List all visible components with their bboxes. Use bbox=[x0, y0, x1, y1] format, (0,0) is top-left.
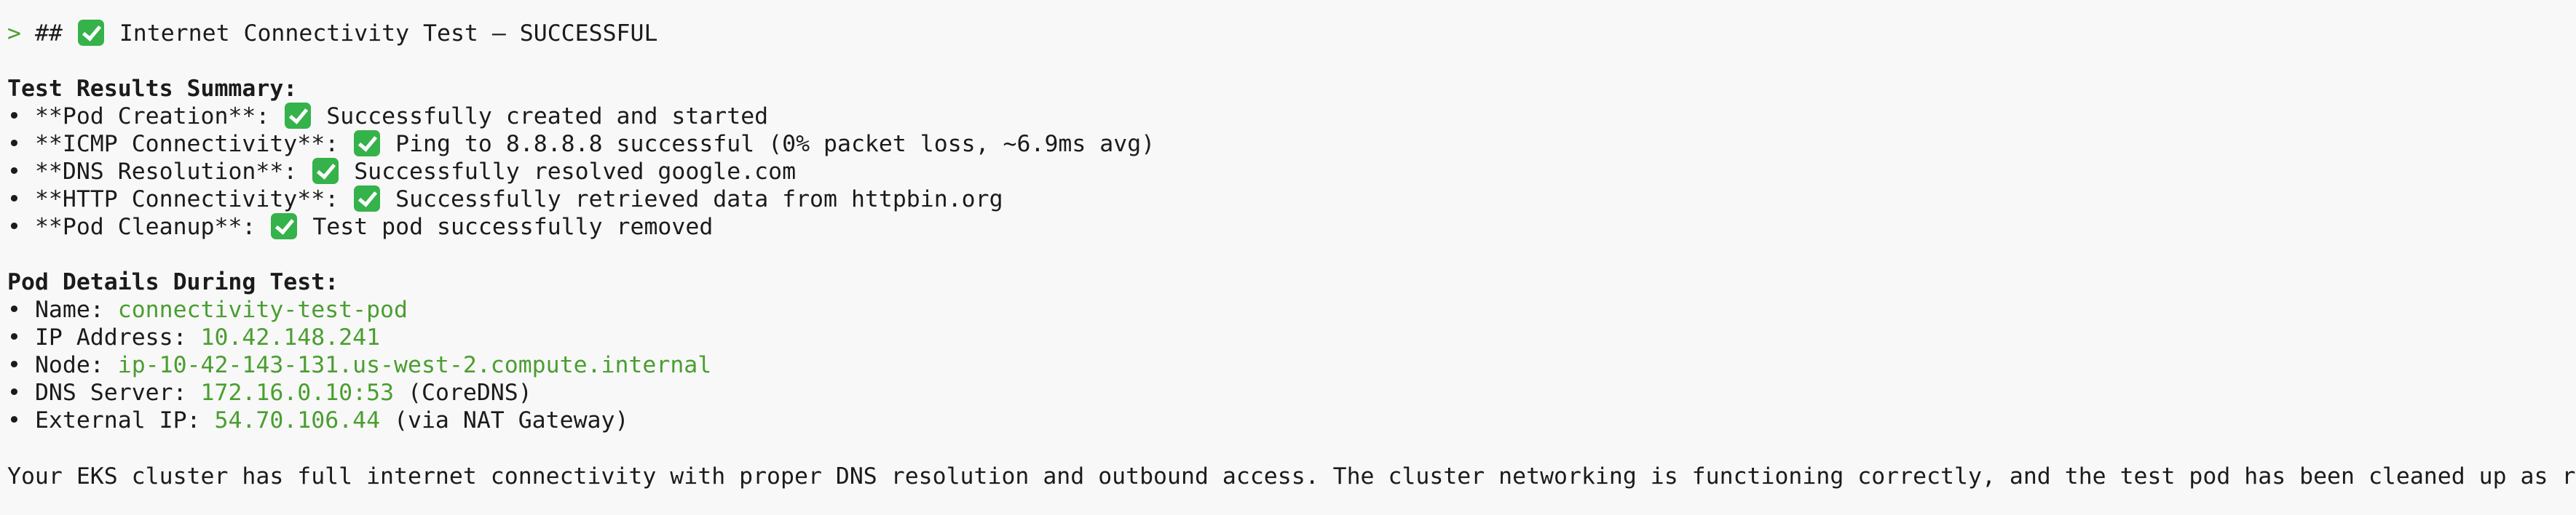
bullet: • bbox=[7, 159, 21, 185]
check-mark-icon bbox=[77, 20, 104, 46]
terminal-output: > ## Internet Connectivity Test – SUCCES… bbox=[0, 0, 2576, 515]
summary-item-label: **ICMP Connectivity**: bbox=[34, 131, 339, 157]
pod-detail-suffix: (via NAT Gateway) bbox=[394, 407, 629, 434]
pod-detail-label: Name: bbox=[34, 297, 104, 323]
bullet: • bbox=[7, 352, 21, 378]
bullet: • bbox=[7, 380, 21, 406]
header-line: > ## Internet Connectivity Test – SUCCES… bbox=[7, 20, 657, 47]
bullet: • bbox=[7, 214, 21, 240]
pod-detail-item: • DNS Server: 172.16.0.10:53 (CoreDNS) bbox=[7, 379, 532, 407]
check-mark-icon bbox=[354, 130, 381, 156]
pod-detail-value: ip-10-42-143-131.us-west-2.compute.inter… bbox=[117, 352, 712, 378]
summary-item-label: **Pod Cleanup**: bbox=[34, 214, 256, 240]
summary-item: • **Pod Creation**: Successfully created… bbox=[7, 103, 768, 130]
page-title: Internet Connectivity Test – SUCCESSFUL bbox=[119, 20, 658, 47]
pod-detail-value: 54.70.106.44 bbox=[214, 407, 381, 434]
pod-detail-suffix: (CoreDNS) bbox=[408, 380, 532, 406]
pod-detail-item: • Name: connectivity-test-pod bbox=[7, 296, 408, 324]
pod-detail-item: • External IP: 54.70.106.44 (via NAT Gat… bbox=[7, 407, 628, 434]
bullet: • bbox=[7, 297, 21, 323]
summary-item-label: **HTTP Connectivity**: bbox=[34, 186, 339, 212]
summary-item-label: **Pod Creation**: bbox=[34, 103, 270, 129]
pod-details-heading: Pod Details During Test: bbox=[7, 269, 339, 295]
conclusion-text: Your EKS cluster has full internet conne… bbox=[7, 463, 2576, 490]
bullet: • bbox=[7, 186, 21, 212]
summary-item-text: Ping to 8.8.8.8 successful (0% packet lo… bbox=[395, 131, 1155, 157]
pod-detail-label: Node: bbox=[34, 352, 104, 378]
pod-detail-value: connectivity-test-pod bbox=[117, 297, 408, 323]
summary-item: • **DNS Resolution**: Successfully resol… bbox=[7, 158, 796, 185]
markdown-hashes: ## bbox=[34, 20, 63, 47]
summary-item: • **ICMP Connectivity**: Ping to 8.8.8.8… bbox=[7, 130, 1155, 158]
summary-item-label: **DNS Resolution**: bbox=[34, 159, 298, 185]
pod-detail-label: DNS Server: bbox=[34, 380, 187, 406]
summary-item: • **HTTP Connectivity**: Successfully re… bbox=[7, 185, 1003, 213]
check-mark-icon bbox=[354, 185, 381, 212]
summary-item-text: Test pod successfully removed bbox=[312, 214, 714, 240]
check-mark-icon bbox=[285, 103, 312, 129]
pod-detail-item: • IP Address: 10.42.148.241 bbox=[7, 324, 380, 351]
pod-detail-label: External IP: bbox=[34, 407, 201, 434]
bullet: • bbox=[7, 324, 21, 351]
summary-heading: Test Results Summary: bbox=[7, 76, 298, 102]
summary-item: • **Pod Cleanup**: Test pod successfully… bbox=[7, 213, 713, 241]
pod-detail-label: IP Address: bbox=[34, 324, 187, 351]
bullet: • bbox=[7, 103, 21, 129]
summary-item-text: Successfully resolved google.com bbox=[354, 159, 797, 185]
prompt-symbol: > bbox=[7, 20, 21, 47]
summary-item-text: Successfully retrieved data from httpbin… bbox=[395, 186, 1003, 212]
pod-detail-item: • Node: ip-10-42-143-131.us-west-2.compu… bbox=[7, 351, 711, 379]
check-mark-icon bbox=[271, 213, 298, 239]
check-mark-icon bbox=[312, 158, 339, 184]
summary-item-text: Successfully created and started bbox=[326, 103, 769, 129]
bullet: • bbox=[7, 407, 21, 434]
pod-detail-value: 172.16.0.10:53 bbox=[200, 380, 395, 406]
bullet: • bbox=[7, 131, 21, 157]
pod-detail-value: 10.42.148.241 bbox=[200, 324, 381, 351]
